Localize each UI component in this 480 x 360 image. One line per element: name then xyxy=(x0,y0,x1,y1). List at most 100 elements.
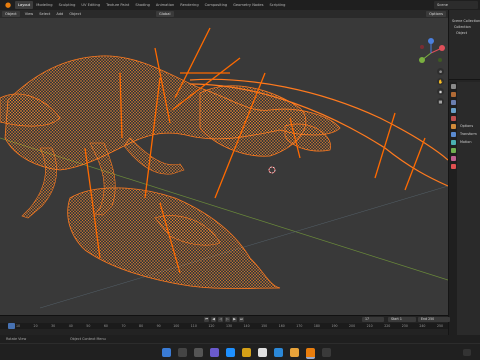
select-menu[interactable]: Select xyxy=(36,12,53,16)
physics-tab-icon[interactable] xyxy=(450,140,456,145)
properties-tabs xyxy=(449,82,457,335)
top-bar: ● Layout Modeling Sculpting UV Editing Textu… xyxy=(0,0,480,18)
workspace-tab-sculpting[interactable]: Sculpting xyxy=(56,1,79,9)
file-explorer-icon[interactable] xyxy=(242,348,251,357)
blender-logo-icon[interactable]: ● xyxy=(3,1,13,9)
frame-tick-label: 190 xyxy=(331,324,338,328)
terminal-icon[interactable] xyxy=(322,348,331,357)
blender-taskbar-icon[interactable] xyxy=(306,348,315,359)
zoom-icon[interactable]: ⊕ xyxy=(437,68,444,75)
properties-rows: Options Transform Motion xyxy=(457,122,480,146)
current-frame-field[interactable]: 17 xyxy=(362,317,384,322)
status-bar: Rotate View Object Context Menu xyxy=(0,335,480,343)
mail-icon[interactable] xyxy=(274,348,283,357)
viewport-header: Object View Select Add Object Global Opt… xyxy=(0,10,448,18)
frame-tick-label: 70 xyxy=(121,324,126,328)
store-icon[interactable] xyxy=(258,348,267,357)
jump-start-icon[interactable]: ⏮ xyxy=(204,317,209,322)
frame-tick-label: 130 xyxy=(225,324,233,328)
object-tab-icon[interactable] xyxy=(450,124,456,129)
playhead[interactable] xyxy=(8,323,15,329)
properties-section[interactable]: Transform xyxy=(457,130,480,138)
outliner-row[interactable]: Object xyxy=(449,30,480,36)
workspace-tab-texture-paint[interactable]: Texture Paint xyxy=(103,1,132,9)
object-mode-dropdown[interactable]: Object xyxy=(2,11,20,17)
frame-tick-label: 230 xyxy=(401,324,408,328)
view-layer-tab-icon[interactable] xyxy=(450,108,456,113)
workspace-tab-uv-editing[interactable]: UV Editing xyxy=(78,1,103,9)
frame-tick-label: 180 xyxy=(313,324,320,328)
properties-section[interactable]: Options xyxy=(457,122,480,130)
start-value: 1 xyxy=(399,317,402,321)
3d-viewport[interactable]: ⊕ ✋ ◉ ▦ xyxy=(0,18,448,315)
camera-view-icon[interactable]: ◉ xyxy=(437,88,444,95)
crayfish-wireframe-mesh xyxy=(0,18,448,315)
perspective-toggle-icon[interactable]: ▦ xyxy=(437,98,444,105)
frame-tick-label: 80 xyxy=(139,324,144,328)
prev-key-icon[interactable]: ◀ xyxy=(211,317,216,322)
frame-tick-label: 40 xyxy=(68,324,73,328)
scene-selector[interactable]: Scene xyxy=(434,1,478,9)
modifier-tab-icon[interactable] xyxy=(450,132,456,137)
output-tab-icon[interactable] xyxy=(450,100,456,105)
workspace-tab-shading[interactable]: Shading xyxy=(132,1,153,9)
data-tab-icon[interactable] xyxy=(450,156,456,161)
workspace-tab-rendering[interactable]: Rendering xyxy=(177,1,201,9)
start-menu-icon[interactable] xyxy=(162,348,171,357)
frame-tick-label: 100 xyxy=(173,324,180,328)
frame-tick-label: 10 xyxy=(15,324,21,328)
frame-tick-label: 60 xyxy=(103,324,108,328)
outliner-tree: Scene Collection Collection Object xyxy=(449,10,480,36)
playback-controls: ⏮ ◀ ◁ ▷ ▶ ⏭ 17 Start 1 End 250 xyxy=(0,316,450,323)
frame-tick-label: 90 xyxy=(156,324,161,328)
frame-tick-label: 210 xyxy=(366,324,373,328)
view-menu[interactable]: View xyxy=(22,12,37,16)
right-panels: Scene Collection Collection Object Options… xyxy=(448,10,480,335)
workspace-tab-layout[interactable]: Layout xyxy=(15,1,34,9)
system-tray-icon[interactable] xyxy=(463,349,471,356)
frame-tick-label: 200 xyxy=(349,324,356,328)
start-label: Start xyxy=(391,317,399,321)
search-icon[interactable] xyxy=(178,348,187,357)
workspace-tabs: Layout Modeling Sculpting UV Editing Texture… xyxy=(15,1,288,9)
widgets-icon[interactable] xyxy=(210,348,219,357)
play-reverse-icon[interactable]: ◁ xyxy=(218,317,223,322)
constraint-tab-icon[interactable] xyxy=(450,148,456,153)
frame-tick-label: 160 xyxy=(278,324,285,328)
pan-hand-icon[interactable]: ✋ xyxy=(437,78,444,85)
chrome-icon[interactable] xyxy=(290,348,299,357)
navigation-gizmo-icon[interactable] xyxy=(416,38,446,68)
frame-tick-label: 170 xyxy=(296,324,303,328)
workspace-tab-geometry-nodes[interactable]: Geometry Nodes xyxy=(230,1,266,9)
workspace-tab-compositing[interactable]: Compositing xyxy=(202,1,231,9)
scene-tab-icon[interactable] xyxy=(450,116,456,121)
play-icon[interactable]: ▷ xyxy=(225,317,230,322)
frame-tick-label: 120 xyxy=(208,324,215,328)
start-frame-field[interactable]: Start 1 xyxy=(388,317,416,322)
workspace-tab-scripting[interactable]: Scripting xyxy=(266,1,288,9)
frame-tick-label: 240 xyxy=(419,324,426,328)
end-frame-field[interactable]: End 250 xyxy=(418,317,450,322)
render-tab-icon[interactable] xyxy=(450,92,456,97)
workspace-tab-animation[interactable]: Animation xyxy=(153,1,177,9)
next-key-icon[interactable]: ▶ xyxy=(232,317,237,322)
properties-editor[interactable]: Options Transform Motion xyxy=(449,82,480,335)
options-dropdown[interactable]: Options xyxy=(426,11,446,17)
orientation-dropdown[interactable]: Global xyxy=(156,11,174,17)
timeline[interactable]: ⏮ ◀ ◁ ▷ ▶ ⏭ 17 Start 1 End 250 10 20 30 40 5… xyxy=(0,315,450,335)
task-view-icon[interactable] xyxy=(194,348,203,357)
outliner[interactable]: Scene Collection Collection Object xyxy=(449,10,480,80)
frame-ruler[interactable]: 10 20 30 40 50 60 70 80 90 100 110 120 130 140 150 160 1… xyxy=(0,323,448,329)
scene-label: Scene xyxy=(437,3,448,7)
frame-tick-label: 20 xyxy=(33,324,38,328)
tool-tab-icon[interactable] xyxy=(450,84,456,89)
properties-section[interactable]: Motion xyxy=(457,138,480,146)
material-tab-icon[interactable] xyxy=(450,164,456,169)
frame-tick-label: 30 xyxy=(51,324,56,328)
add-menu[interactable]: Add xyxy=(53,12,66,16)
status-context-menu: Object Context Menu xyxy=(70,337,106,341)
jump-end-icon[interactable]: ⏭ xyxy=(239,317,244,322)
object-menu[interactable]: Object xyxy=(66,12,84,16)
workspace-tab-modeling[interactable]: Modeling xyxy=(33,1,55,9)
edge-browser-icon[interactable] xyxy=(226,348,235,357)
